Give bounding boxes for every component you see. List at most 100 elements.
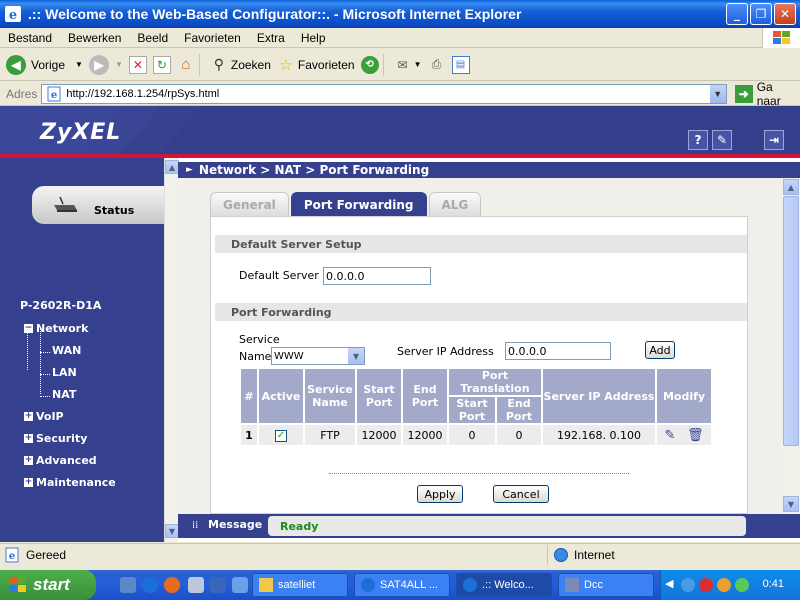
address-dropdown-icon[interactable]: ▼: [709, 84, 726, 103]
menu-beeld[interactable]: Beeld: [129, 31, 176, 45]
svg-text:e: e: [9, 8, 17, 23]
dotted-divider: [329, 473, 629, 474]
edit-icon[interactable]: ✎: [665, 428, 676, 443]
task-label: .:: Welco...: [482, 579, 534, 591]
row-active: ✓: [259, 425, 303, 445]
task-welcome[interactable]: .:: Welco...: [456, 573, 552, 597]
app-icon[interactable]: [232, 577, 248, 593]
menu-bestand[interactable]: Bestand: [0, 31, 60, 45]
chevron-down-icon[interactable]: ▼: [115, 60, 123, 69]
chevron-down-icon: ▼: [348, 348, 364, 364]
tab-port-forwarding[interactable]: Port Forwarding: [290, 192, 427, 216]
nav-voip-label: VoIP: [36, 410, 64, 423]
maximize-button[interactable]: ❐: [750, 3, 772, 25]
app-icon[interactable]: [210, 577, 226, 593]
forward-arrow-icon: ▶: [88, 54, 109, 75]
edit-button[interactable]: ▤: [451, 53, 470, 77]
minimize-button[interactable]: _: [726, 3, 748, 25]
service-name-select[interactable]: WWW ▼: [271, 347, 365, 365]
go-button[interactable]: ➜ Ga naar: [734, 79, 800, 108]
favorites-label: Favorieten: [297, 57, 355, 72]
forward-button[interactable]: ▶ ▼: [88, 53, 123, 77]
wizard-icon[interactable]: ✎: [712, 130, 732, 150]
refresh-icon: ↻: [152, 55, 171, 74]
close-button[interactable]: ✕: [774, 3, 796, 25]
task-sat4all[interactable]: SAT4ALL ...: [354, 573, 450, 597]
history-button[interactable]: ⟲: [360, 53, 379, 77]
notepad-icon[interactable]: [188, 577, 204, 593]
mail-button[interactable]: ✉ ▼: [394, 53, 422, 77]
add-button[interactable]: Add: [645, 341, 675, 359]
nav-voip[interactable]: + VoIP: [24, 410, 64, 423]
window-title: .:: Welcome to the Web-Based Configurato…: [28, 6, 522, 22]
stop-button[interactable]: ✕: [128, 53, 147, 77]
tree-connector: [40, 328, 41, 394]
nav-maintenance[interactable]: + Maintenance: [24, 476, 116, 489]
logout-icon[interactable]: ⇥: [764, 130, 784, 150]
tab-alg[interactable]: ALG: [428, 192, 482, 216]
server-ip-input[interactable]: 0.0.0.0: [505, 342, 611, 360]
scroll-down-icon[interactable]: ▼: [165, 524, 179, 538]
window-titlebar[interactable]: e .:: Welcome to the Web-Based Configura…: [0, 0, 800, 28]
chevron-down-icon[interactable]: ▼: [75, 60, 83, 69]
task-satelliet[interactable]: satelliet: [252, 573, 348, 597]
scroll-down-icon[interactable]: ▼: [783, 496, 799, 512]
print-button[interactable]: ⎙: [428, 53, 446, 77]
menu-help[interactable]: Help: [293, 31, 334, 45]
home-button[interactable]: ⌂: [177, 53, 195, 77]
search-button[interactable]: ⚲ Zoeken: [210, 53, 271, 77]
table-header-row: # Active Service Name Start Port End Por…: [241, 369, 711, 423]
media-player-icon[interactable]: [164, 577, 180, 593]
address-input[interactable]: e http://192.168.1.254/rpSys.html ▼: [41, 83, 727, 104]
desktop-icon[interactable]: [120, 577, 136, 593]
nav-nat[interactable]: NAT: [52, 388, 76, 401]
menu-favorieten[interactable]: Favorieten: [176, 31, 249, 45]
main-scrollbar[interactable]: ▲ ▼: [782, 178, 800, 514]
back-button[interactable]: ◀ Vorige ▼: [6, 53, 83, 77]
tree-connector: [40, 374, 50, 375]
volume-icon[interactable]: [735, 578, 749, 592]
messenger-icon[interactable]: [717, 578, 731, 592]
scroll-up-icon[interactable]: ▲: [783, 179, 799, 195]
toolbar-separator: [198, 53, 200, 76]
internet-explorer-icon: [361, 578, 375, 592]
internet-explorer-icon[interactable]: [142, 577, 158, 593]
system-tray: ◀ 0:41: [660, 570, 800, 600]
network-icon[interactable]: [681, 578, 695, 592]
svg-text:e: e: [9, 551, 15, 562]
sidebar-scrollbar[interactable]: ▲ ▼: [164, 158, 179, 542]
breadcrumb-text: Network > NAT > Port Forwarding: [198, 163, 430, 177]
scroll-thumb[interactable]: [783, 196, 799, 446]
go-label: Ga naar: [756, 79, 781, 108]
windows-flag-icon: [9, 577, 26, 592]
scroll-up-icon[interactable]: ▲: [165, 160, 179, 174]
help-icon[interactable]: ?: [688, 130, 708, 150]
nav-wan[interactable]: WAN: [52, 344, 81, 357]
nav-advanced-label: Advanced: [36, 454, 97, 467]
col-active: Active: [259, 369, 303, 423]
refresh-button[interactable]: ↻: [152, 53, 171, 77]
message-label: Message: [208, 518, 263, 531]
menu-extra[interactable]: Extra: [249, 31, 293, 45]
windows-logo-icon: [762, 28, 800, 48]
cancel-button[interactable]: Cancel: [493, 485, 549, 503]
tray-expand-icon[interactable]: ◀: [665, 577, 673, 590]
favorites-button[interactable]: ☆ Favorieten: [277, 53, 355, 77]
tab-general[interactable]: General: [210, 192, 289, 216]
nav-lan[interactable]: LAN: [52, 366, 77, 379]
nav-advanced[interactable]: + Advanced: [24, 454, 97, 467]
task-dcc[interactable]: Dcc: [558, 573, 654, 597]
nav-security[interactable]: + Security: [24, 432, 87, 445]
chevron-down-icon[interactable]: ▼: [414, 60, 422, 69]
status-tab[interactable]: Status: [32, 186, 164, 224]
service-name-label-line2: Name: [239, 350, 272, 363]
menu-bewerken[interactable]: Bewerken: [60, 31, 129, 45]
antivirus-icon[interactable]: [699, 578, 713, 592]
apply-button[interactable]: Apply: [417, 485, 463, 503]
start-button[interactable]: start: [0, 570, 96, 600]
active-checkbox[interactable]: ✓: [275, 430, 287, 442]
globe-icon: [554, 547, 568, 562]
trash-icon[interactable]: 🗑: [687, 428, 704, 443]
default-server-input[interactable]: 0.0.0.0: [323, 267, 431, 285]
nav-network[interactable]: − Network: [24, 322, 88, 335]
